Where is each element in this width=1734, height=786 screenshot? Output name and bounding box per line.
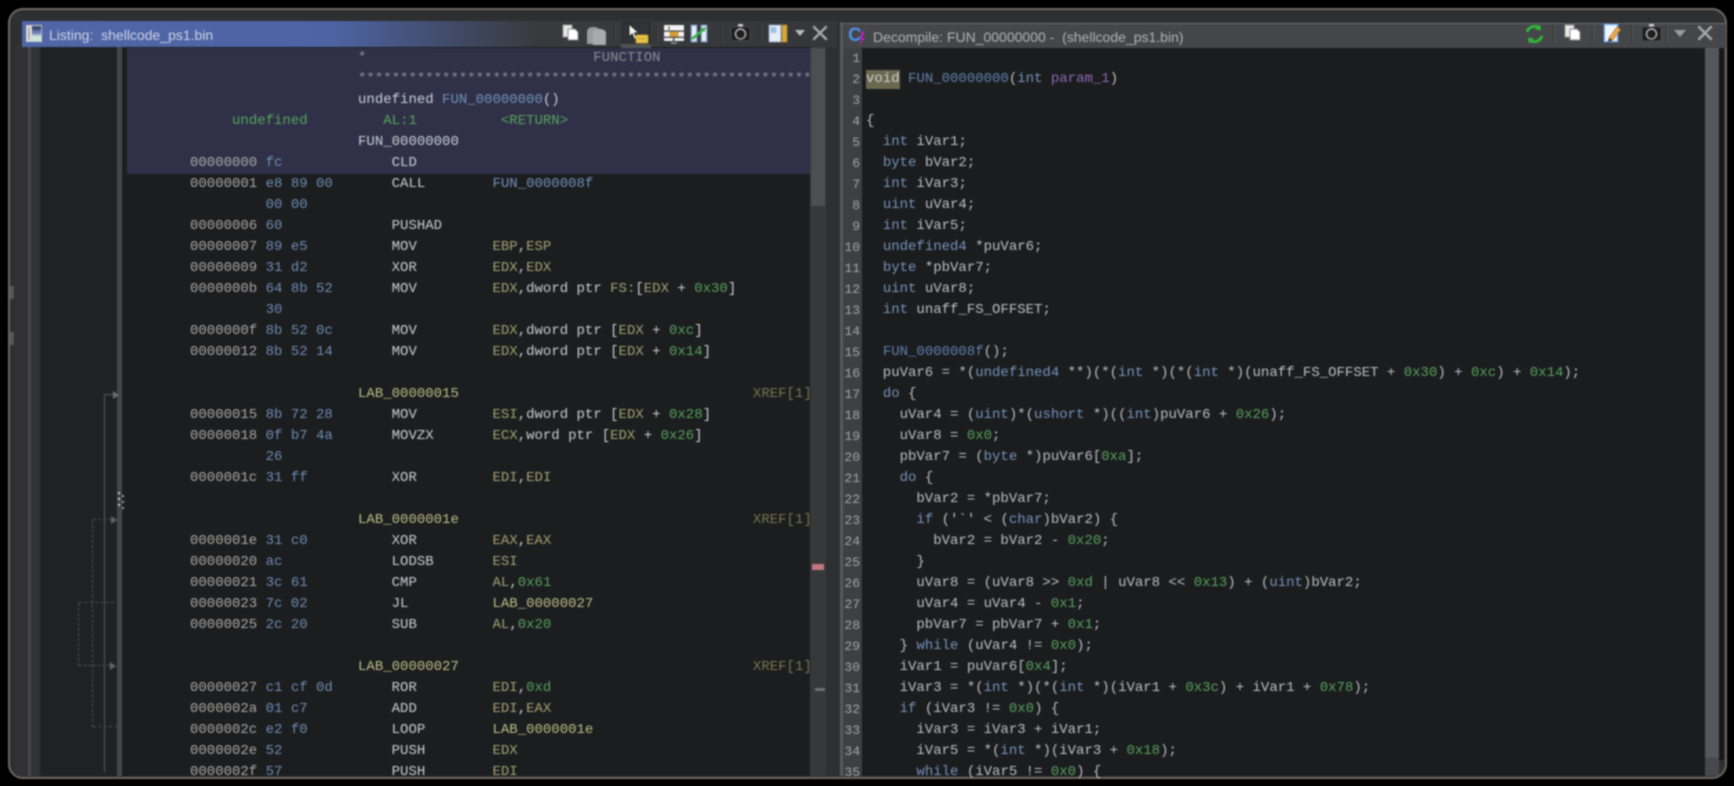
svg-text:C: C <box>848 25 862 46</box>
